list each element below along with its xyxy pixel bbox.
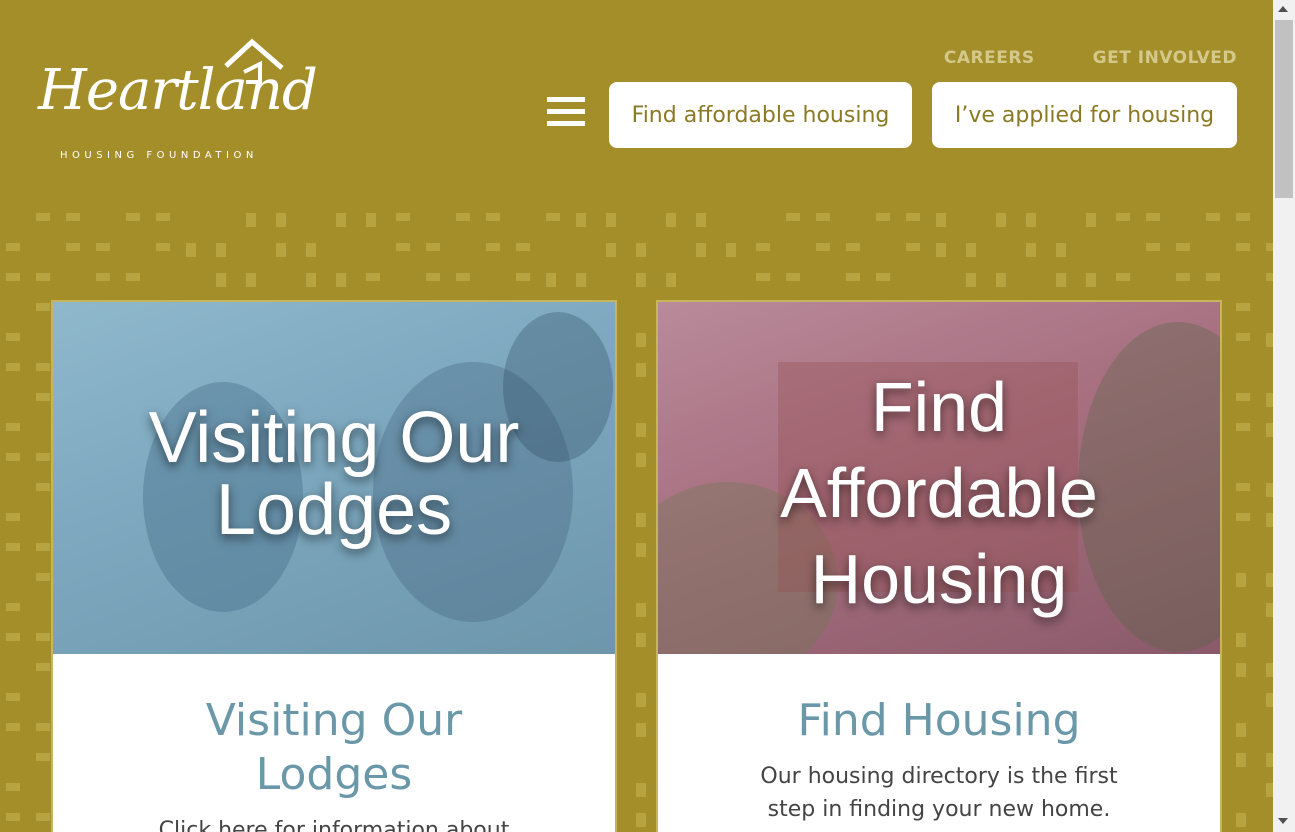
card-title[interactable]: Visiting Our Lodges bbox=[184, 694, 484, 801]
find-affordable-housing-button[interactable]: Find affordable housing bbox=[609, 82, 912, 148]
card-description: Our housing directory is the first step … bbox=[760, 764, 1118, 822]
hamburger-menu-icon[interactable] bbox=[547, 97, 585, 129]
top-links: CAREERS GET INVOLVED bbox=[944, 48, 1237, 68]
card-image[interactable]: Find Affordable Housing bbox=[658, 302, 1220, 654]
applied-for-housing-button[interactable]: I’ve applied for housing bbox=[932, 82, 1237, 148]
logo-wordmark: Heartland bbox=[38, 58, 318, 123]
card-description: Click here for information about bbox=[158, 818, 510, 832]
careers-link[interactable]: CAREERS bbox=[944, 48, 1035, 68]
card-title[interactable]: Find Housing bbox=[658, 694, 1220, 748]
logo-subtitle: HOUSING FOUNDATION bbox=[60, 150, 258, 161]
card-image-text: Visiting Our Lodges bbox=[148, 398, 520, 550]
scroll-thumb[interactable] bbox=[1275, 20, 1293, 198]
scroll-up-arrow-icon[interactable] bbox=[1278, 6, 1288, 12]
card-image[interactable]: Visiting Our Lodges bbox=[53, 302, 615, 654]
scroll-down-arrow-icon[interactable] bbox=[1278, 818, 1288, 824]
card-image-text: Find Affordable Housing bbox=[780, 368, 1098, 619]
scrollbar[interactable] bbox=[1273, 0, 1295, 832]
card-visiting-lodges[interactable]: Visiting Our Lodges Visiting Our Lodges … bbox=[51, 300, 617, 832]
page: Heartland HOUSING FOUNDATION CAREERS GET… bbox=[0, 0, 1273, 832]
site-logo[interactable]: Heartland HOUSING FOUNDATION bbox=[38, 38, 318, 168]
card-find-housing[interactable]: Find Affordable Housing Find Housing Our… bbox=[656, 300, 1222, 832]
get-involved-link[interactable]: GET INVOLVED bbox=[1093, 48, 1237, 68]
